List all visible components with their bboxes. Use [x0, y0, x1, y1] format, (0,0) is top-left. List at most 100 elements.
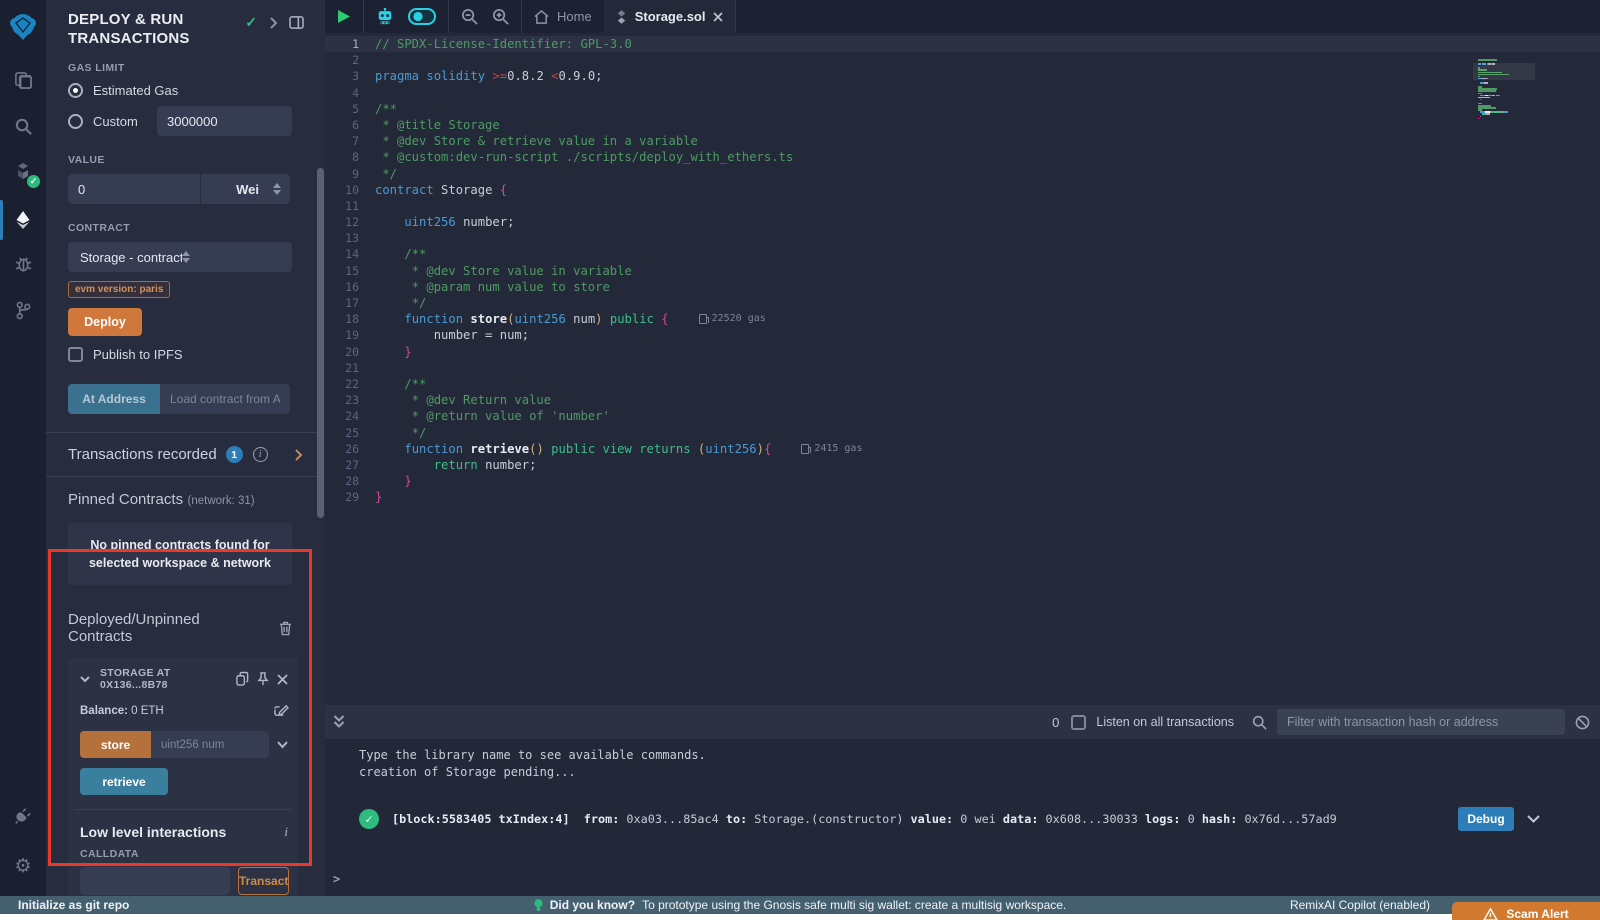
- custom-gas-radio[interactable]: [68, 114, 83, 129]
- value-label: VALUE: [68, 154, 292, 166]
- copy-address-icon[interactable]: [236, 672, 249, 686]
- code-line[interactable]: 16 * @param num value to store: [325, 279, 1600, 295]
- retrieve-function-button[interactable]: retrieve: [80, 768, 168, 795]
- minimap[interactable]: [1478, 59, 1530, 120]
- tab-home[interactable]: Home: [522, 0, 604, 33]
- custom-gas-input[interactable]: [157, 106, 292, 136]
- remix-logo[interactable]: [0, 8, 46, 46]
- plugin-manager-icon[interactable]: [0, 800, 46, 832]
- code-line[interactable]: 1// SPDX-License-Identifier: GPL-3.0: [325, 36, 1600, 52]
- code-line[interactable]: 9 */: [325, 166, 1600, 182]
- copilot-toggle[interactable]: [408, 8, 436, 25]
- terminal-collapse-icon[interactable]: [333, 715, 345, 729]
- contract-select[interactable]: Storage - contracts/Storage.sol: [68, 242, 292, 272]
- low-level-title: Low level interactions: [80, 824, 284, 840]
- value-unit-select[interactable]: Wei: [201, 174, 290, 204]
- listen-all-checkbox[interactable]: [1071, 715, 1086, 730]
- tab-storage-sol[interactable]: Storage.sol: [604, 0, 737, 33]
- transactions-recorded-row[interactable]: Transactions recorded 1 i: [46, 433, 318, 476]
- code-line[interactable]: 13: [325, 230, 1600, 246]
- file-explorer-icon[interactable]: [0, 64, 46, 96]
- instance-collapse-icon[interactable]: [80, 676, 90, 683]
- search-icon[interactable]: [0, 110, 46, 142]
- store-function-button[interactable]: store: [80, 731, 151, 758]
- publish-ipfs-checkbox[interactable]: [68, 347, 83, 362]
- code-line[interactable]: 25 */: [325, 425, 1600, 441]
- code-line[interactable]: 18 function store(uint256 num) public {2…: [325, 311, 1600, 327]
- estimated-gas-radio[interactable]: [68, 83, 83, 98]
- zoom-group: [449, 0, 522, 33]
- deploy-button[interactable]: Deploy: [68, 308, 142, 336]
- code-line[interactable]: 2: [325, 52, 1600, 68]
- deploy-run-icon[interactable]: [0, 204, 46, 236]
- code-line[interactable]: 26 function retrieve() public view retur…: [325, 441, 1600, 457]
- clear-console-icon[interactable]: [1575, 715, 1590, 730]
- store-arg-input[interactable]: [151, 731, 269, 758]
- code-line[interactable]: 28 }: [325, 473, 1600, 489]
- code-line[interactable]: 12 uint256 number;: [325, 214, 1600, 230]
- code-line[interactable]: 3pragma solidity >=0.8.2 <0.9.0;: [325, 68, 1600, 84]
- code-line[interactable]: 6 * @title Storage: [325, 117, 1600, 133]
- code-line[interactable]: 17 */: [325, 295, 1600, 311]
- debug-button[interactable]: Debug: [1458, 807, 1514, 831]
- terminal-search-icon[interactable]: [1252, 715, 1267, 730]
- panel-scrollbar[interactable]: [317, 168, 324, 518]
- debugger-icon[interactable]: [0, 248, 46, 280]
- code-line[interactable]: 14 /**: [325, 246, 1600, 262]
- pin-contract-icon[interactable]: [257, 672, 269, 686]
- balance-value: 0 ETH: [131, 705, 164, 717]
- git-init-action[interactable]: Initialize as git repo: [18, 898, 129, 912]
- transact-button[interactable]: Transact: [238, 867, 289, 895]
- terminal-filter-input[interactable]: [1277, 709, 1565, 735]
- pin-panel-icon[interactable]: [289, 16, 304, 29]
- low-level-info-icon[interactable]: i: [284, 824, 288, 840]
- settings-icon[interactable]: ⚙: [0, 850, 46, 882]
- store-expand-icon[interactable]: [277, 741, 288, 749]
- code-line[interactable]: 22 /**: [325, 376, 1600, 392]
- code-editor[interactable]: 1// SPDX-License-Identifier: GPL-3.023pr…: [325, 33, 1600, 705]
- transaction-log-row[interactable]: ✓ [block:5583405 txIndex:4] from: 0xa03.…: [359, 807, 1600, 831]
- tx-expand-icon[interactable]: [1527, 815, 1540, 823]
- lightbulb-icon: [534, 899, 543, 912]
- expand-panel-icon[interactable]: [269, 17, 277, 29]
- code-line[interactable]: 20 }: [325, 344, 1600, 360]
- deployed-contracts-title: Deployed/Unpinned Contracts: [68, 611, 267, 645]
- code-line[interactable]: 24 * @return value of 'number': [325, 408, 1600, 424]
- code-line[interactable]: 21: [325, 360, 1600, 376]
- transactions-expand-icon[interactable]: [294, 449, 302, 461]
- code-line[interactable]: 15 * @dev Store value in variable: [325, 263, 1600, 279]
- remove-instance-icon[interactable]: [277, 674, 288, 685]
- at-address-input[interactable]: [160, 384, 290, 414]
- deploy-run-panel: DEPLOY & RUN TRANSACTIONS ✓ GAS LIMIT Es…: [46, 0, 318, 896]
- terminal-prompt[interactable]: >: [333, 872, 340, 886]
- code-line[interactable]: 11: [325, 198, 1600, 214]
- code-line[interactable]: 8 * @custom:dev-run-script ./scripts/dep…: [325, 149, 1600, 165]
- code-line[interactable]: 10contract Storage {: [325, 182, 1600, 198]
- divider: [46, 476, 318, 477]
- code-line[interactable]: 27 return number;: [325, 457, 1600, 473]
- code-line[interactable]: 4: [325, 85, 1600, 101]
- code-line[interactable]: 29}: [325, 489, 1600, 505]
- clear-instances-trash-icon[interactable]: [279, 621, 292, 636]
- zoom-in-icon[interactable]: [492, 8, 509, 25]
- calldata-input[interactable]: [80, 867, 230, 895]
- close-tab-icon[interactable]: [713, 12, 723, 22]
- run-script-icon[interactable]: [337, 9, 351, 24]
- ai-assistant-robot-icon[interactable]: [376, 8, 394, 25]
- code-line[interactable]: 7 * @dev Store & retrieve value in a var…: [325, 133, 1600, 149]
- value-input[interactable]: [68, 174, 200, 204]
- estimated-gas-option[interactable]: Estimated Gas: [68, 83, 292, 98]
- code-line[interactable]: 19 number = num;: [325, 327, 1600, 343]
- terminal[interactable]: Type the library name to see available c…: [325, 739, 1600, 896]
- env-ok-icon: ✓: [245, 14, 257, 31]
- transactions-info-icon[interactable]: i: [253, 447, 268, 462]
- solidity-file-icon: [616, 10, 627, 24]
- solidity-compiler-icon[interactable]: ✓: [0, 156, 46, 188]
- scam-alert-button[interactable]: Scam Alert: [1452, 902, 1600, 920]
- zoom-out-icon[interactable]: [461, 8, 478, 25]
- code-line[interactable]: 5/**: [325, 101, 1600, 117]
- at-address-button[interactable]: At Address: [68, 384, 160, 414]
- source-control-icon[interactable]: [0, 294, 46, 326]
- edit-balance-icon[interactable]: [274, 704, 288, 718]
- code-line[interactable]: 23 * @dev Return value: [325, 392, 1600, 408]
